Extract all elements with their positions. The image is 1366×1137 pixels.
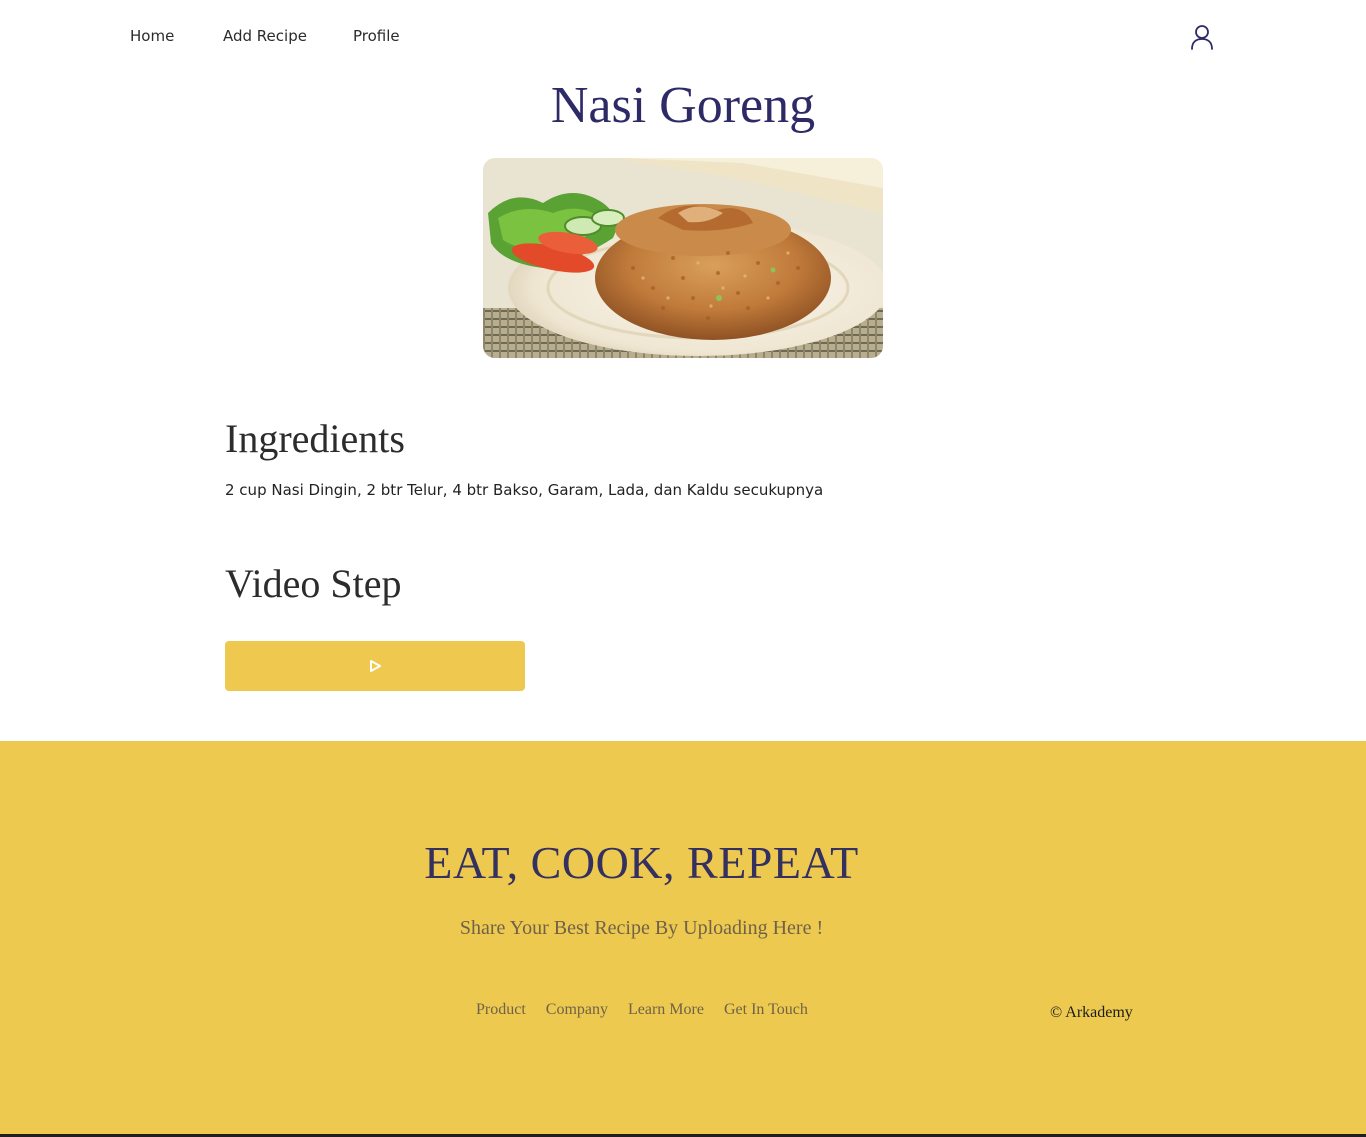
footer-link-product[interactable]: Product [476,1001,526,1019]
user-icon [1191,25,1213,50]
footer-copyright: © Arkademy [1050,1004,1133,1021]
recipe-image [483,158,883,358]
nav-profile-link[interactable]: Profile [353,27,400,45]
video-play-button[interactable] [225,641,525,691]
user-button[interactable] [1187,22,1217,52]
footer: EAT, COOK, REPEAT Share Your Best Recipe… [0,741,1366,1134]
video-step-heading: Video Step [225,561,402,606]
nav-add-recipe-link[interactable]: Add Recipe [223,27,307,45]
navbar: Home Add Recipe Profile [0,0,1366,74]
footer-link-get-in-touch[interactable]: Get In Touch [724,1001,808,1019]
recipe-title: Nasi Goreng [550,77,816,134]
ingredients-text: 2 cup Nasi Dingin, 2 btr Telur, 4 btr Ba… [225,481,824,499]
nav-home-link[interactable]: Home [130,27,174,45]
footer-link-learn-more[interactable]: Learn More [628,1001,704,1019]
footer-tagline: Share Your Best Recipe By Uploading Here… [459,917,824,939]
recipe-photo-illustration [483,158,883,358]
footer-headline: EAT, COOK, REPEAT [424,837,859,888]
footer-link-company[interactable]: Company [546,1001,608,1019]
play-icon [370,660,381,672]
footer-links: Product Company Learn More Get In Touch [476,1001,808,1019]
ingredients-heading: Ingredients [225,416,405,461]
